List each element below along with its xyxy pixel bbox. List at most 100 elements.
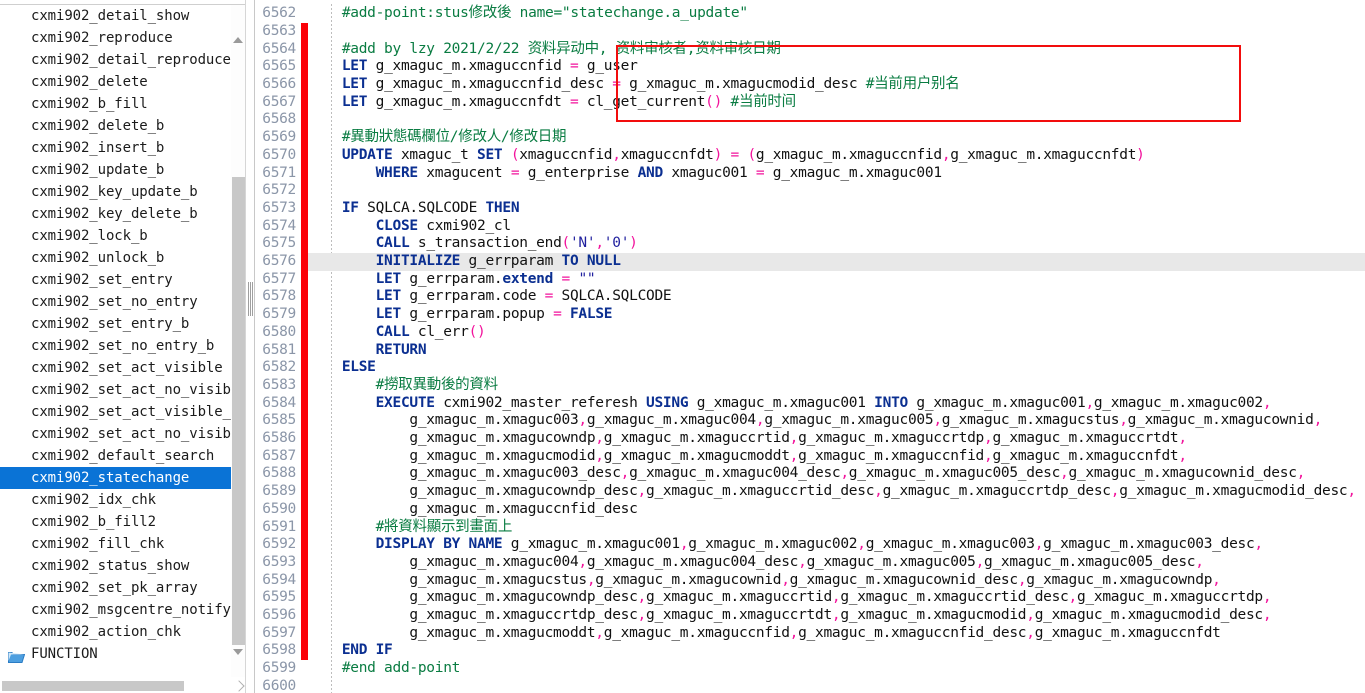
tree-item-cxmi902_set_act_no_visibl[interactable]: cxmi902_set_act_no_visibl: [0, 423, 232, 445]
code-line[interactable]: LET g_xmaguc_m.xmaguccnfdt = cl_get_curr…: [308, 94, 1365, 112]
splitter-grip-icon[interactable]: [248, 282, 253, 316]
tree-item-cxmi902_update_b[interactable]: cxmi902_update_b: [0, 159, 232, 181]
code-line[interactable]: #add by lzy 2021/2/22 资料异动中, 资料审核者,资料审核日…: [308, 41, 1365, 59]
tree-item-cxmi902_msgcentre_notify[interactable]: cxmi902_msgcentre_notify: [0, 599, 232, 621]
code-line[interactable]: CALL s_transaction_end('N','0'): [308, 235, 1365, 253]
code-line[interactable]: [308, 23, 1365, 41]
source-code-editor[interactable]: 6561656265636564656565666567656865696570…: [255, 0, 1365, 693]
token-keyword: LET: [342, 58, 367, 74]
code-line[interactable]: [308, 111, 1365, 129]
tree-item-cxmi902_status_show[interactable]: cxmi902_status_show: [0, 555, 232, 577]
tree-item-label: cxmi902_set_act_no_visibl: [31, 426, 232, 442]
code-line[interactable]: CALL cl_err(): [308, 324, 1365, 342]
tree-item-cxmi902_fill_chk[interactable]: cxmi902_fill_chk: [0, 533, 232, 555]
tree-item-cxmi902_reproduce[interactable]: cxmi902_reproduce: [0, 27, 232, 49]
tree-item-label: cxmi902_b_fill2: [31, 514, 156, 530]
sidebar-vertical-scrollbar[interactable]: [231, 5, 245, 677]
tree-item-cxmi902_detail_show[interactable]: cxmi902_detail_show: [0, 5, 232, 27]
code-line[interactable]: #將資料顯示到畫面上: [308, 519, 1365, 537]
code-line[interactable]: LET g_errparam.popup = FALSE: [308, 306, 1365, 324]
code-line[interactable]: #異動狀態碼欄位/修改人/修改日期: [308, 129, 1365, 147]
line-number: 6569: [255, 129, 296, 147]
code-line[interactable]: [308, 182, 1365, 200]
code-line[interactable]: LET g_errparam.extend = "": [308, 271, 1365, 289]
tree-item-cxmi902_set_act_visible[interactable]: cxmi902_set_act_visible: [0, 357, 232, 379]
tree-item-label: cxmi902_set_act_visible_b: [31, 404, 232, 420]
triangle-down-icon[interactable]: [231, 645, 245, 659]
sidebar-horizontal-scroll-thumb[interactable]: [2, 681, 184, 691]
code-line[interactable]: g_xmaguc_m.xmagucmodid,g_xmaguc_m.xmaguc…: [308, 448, 1365, 466]
sidebar-horizontal-scrollbar[interactable]: [0, 679, 246, 693]
code-line[interactable]: g_xmaguc_m.xmaguccrtdp_desc,g_xmaguc_m.x…: [308, 607, 1365, 625]
token-punct: ,: [874, 483, 882, 499]
token-plain: g_xmaguc_m.xmaguccnfdt: [950, 147, 1136, 163]
code-line[interactable]: g_xmaguc_m.xmaguc003_desc,g_xmaguc_m.xma…: [308, 465, 1365, 483]
code-line[interactable]: UPDATE xmaguc_t SET (xmaguccnfid,xmagucc…: [308, 147, 1365, 165]
token-plain: g_xmaguc_m.xmaguc005: [807, 554, 976, 570]
code-line[interactable]: g_xmaguc_m.xmagucowndp_desc,g_xmaguc_m.x…: [308, 589, 1365, 607]
code-line[interactable]: INITIALIZE g_errparam TO NULL: [308, 253, 1365, 271]
tree-item-cxmi902_set_entry[interactable]: cxmi902_set_entry: [0, 269, 232, 291]
token-plain: [562, 306, 570, 322]
sidebar-vertical-scroll-thumb[interactable]: [232, 177, 245, 655]
panel-splitter[interactable]: [245, 0, 254, 693]
code-line[interactable]: g_xmaguc_m.xmaguc004,g_xmaguc_m.xmaguc00…: [308, 554, 1365, 572]
tree-item-cxmi902_unlock_b[interactable]: cxmi902_unlock_b: [0, 247, 232, 269]
tree-item-cxmi902_lock_b[interactable]: cxmi902_lock_b: [0, 225, 232, 247]
token-plain: [308, 519, 376, 535]
tree-item-cxmi902_action_chk[interactable]: cxmi902_action_chk: [0, 621, 232, 643]
token-punct: ,: [790, 430, 798, 446]
code-line[interactable]: LET g_xmaguc_m.xmaguccnfid = g_user: [308, 58, 1365, 76]
code-text-area[interactable]: #add-point:stus修改後 name="statechange.a_u…: [308, 0, 1365, 693]
tree-item-function[interactable]: FUNCTION: [0, 643, 232, 665]
tree-item-cxmi902_default_search[interactable]: cxmi902_default_search: [0, 445, 232, 467]
code-line[interactable]: #撈取異動後的資料: [308, 377, 1365, 395]
tree-item-cxmi902_key_update_b[interactable]: cxmi902_key_update_b: [0, 181, 232, 203]
code-line[interactable]: g_xmaguc_m.xmagucowndp_desc,g_xmaguc_m.x…: [308, 483, 1365, 501]
tree-item-cxmi902_statechange[interactable]: cxmi902_statechange: [0, 467, 232, 489]
tree-item-cxmi902_set_no_entry[interactable]: cxmi902_set_no_entry: [0, 291, 232, 313]
code-line[interactable]: g_xmaguc_m.xmaguc003,g_xmaguc_m.xmaguc00…: [308, 412, 1365, 430]
tree-item-cxmi902_delete[interactable]: cxmi902_delete: [0, 71, 232, 93]
code-line[interactable]: EXECUTE cxmi902_master_referesh USING g_…: [308, 395, 1365, 413]
token-plain: g_xmaguc_m.xmaguc004: [587, 412, 756, 428]
triangle-up-icon[interactable]: [231, 33, 245, 47]
code-line[interactable]: #end add-point: [308, 660, 1365, 678]
code-line[interactable]: g_xmaguc_m.xmagucstus,g_xmaguc_m.xmaguco…: [308, 572, 1365, 590]
code-line[interactable]: IF SQLCA.SQLCODE THEN: [308, 200, 1365, 218]
code-line[interactable]: LET g_errparam.code = SQLCA.SQLCODE: [308, 288, 1365, 306]
token-plain: g_xmaguc_m.xmaguccnfdt: [367, 94, 570, 110]
tree-item-cxmi902_idx_chk[interactable]: cxmi902_idx_chk: [0, 489, 232, 511]
code-line[interactable]: CLOSE cxmi902_cl: [308, 218, 1365, 236]
code-line[interactable]: g_xmaguc_m.xmagucmoddt,g_xmaguc_m.xmaguc…: [308, 625, 1365, 643]
token-punct: ,: [578, 412, 586, 428]
code-line[interactable]: LET g_xmaguc_m.xmaguccnfid_desc = g_xmag…: [308, 76, 1365, 94]
code-line[interactable]: g_xmaguc_m.xmaguccnfid_desc: [308, 501, 1365, 519]
tree-item-cxmi902_insert_b[interactable]: cxmi902_insert_b: [0, 137, 232, 159]
code-line[interactable]: DISPLAY BY NAME g_xmaguc_m.xmaguc001,g_x…: [308, 536, 1365, 554]
tree-item-cxmi902_delete_b[interactable]: cxmi902_delete_b: [0, 115, 232, 137]
code-line[interactable]: END IF: [308, 642, 1365, 660]
tree-item-cxmi902_set_pk_array[interactable]: cxmi902_set_pk_array: [0, 577, 232, 599]
code-line[interactable]: WHERE xmagucent = g_enterprise AND xmagu…: [308, 165, 1365, 183]
code-line[interactable]: [308, 678, 1365, 693]
tree-item-cxmi902_b_fill[interactable]: cxmi902_b_fill: [0, 93, 232, 115]
tree-item-cxmi902_detail_reproduce[interactable]: cxmi902_detail_reproduce: [0, 49, 232, 71]
token-punct: ,: [1178, 448, 1186, 464]
tree-item-cxmi902_set_no_entry_b[interactable]: cxmi902_set_no_entry_b: [0, 335, 232, 357]
function-tree[interactable]: cxmi902_detail_showcxmi902_reproducecxmi…: [0, 5, 232, 677]
line-number: 6574: [255, 218, 296, 236]
token-plain: [308, 147, 342, 163]
tree-item-cxmi902_set_entry_b[interactable]: cxmi902_set_entry_b: [0, 313, 232, 335]
code-line[interactable]: g_xmaguc_m.xmagucowndp,g_xmaguc_m.xmaguc…: [308, 430, 1365, 448]
code-line[interactable]: RETURN: [308, 342, 1365, 360]
resize-grip-icon[interactable]: [232, 679, 246, 693]
tree-item-cxmi902_b_fill2[interactable]: cxmi902_b_fill2: [0, 511, 232, 533]
tree-item-label: cxmi902_delete: [31, 74, 148, 90]
token-keyword: INTO: [874, 395, 908, 411]
code-line[interactable]: #add-point:stus修改後 name="statechange.a_u…: [308, 5, 1365, 23]
tree-item-cxmi902_key_delete_b[interactable]: cxmi902_key_delete_b: [0, 203, 232, 225]
tree-item-cxmi902_set_act_no_visibl[interactable]: cxmi902_set_act_no_visibl: [0, 379, 232, 401]
tree-item-cxmi902_set_act_visible_b[interactable]: cxmi902_set_act_visible_b: [0, 401, 232, 423]
code-line[interactable]: ELSE: [308, 359, 1365, 377]
